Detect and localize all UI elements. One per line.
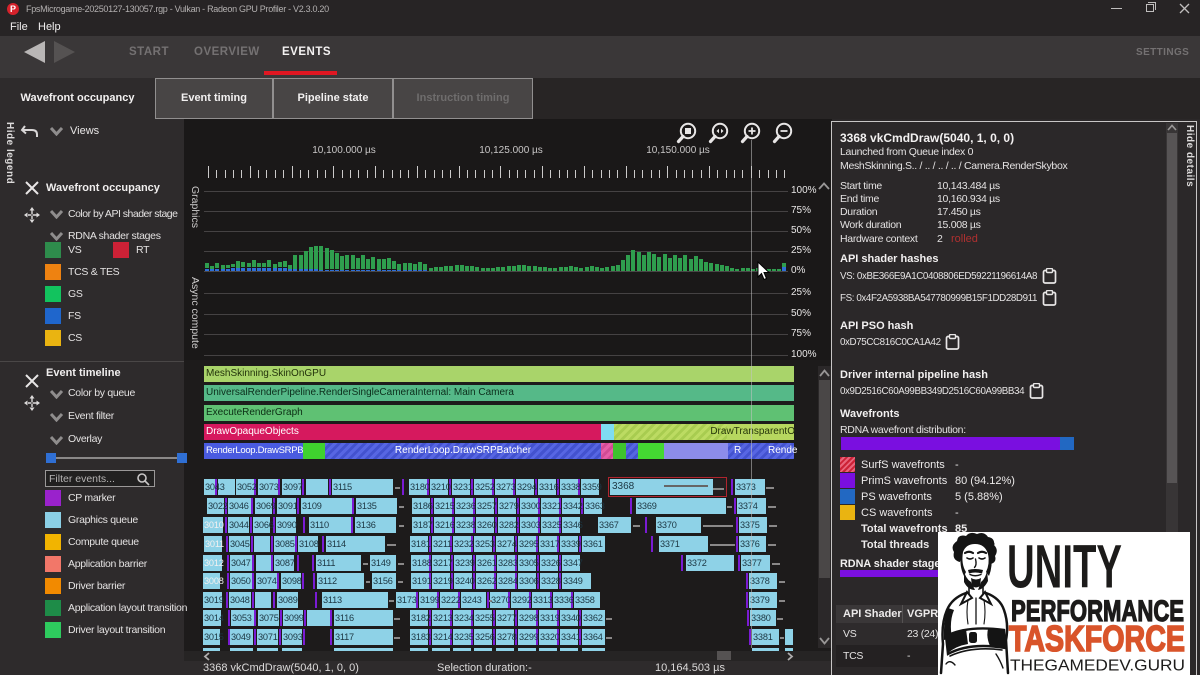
svg-text:TASKFORCE: TASKFORCE [1009,618,1185,659]
svg-text:UNITY: UNITY [1007,533,1122,601]
svg-text:THEGAMEDEV.GURU: THEGAMEDEV.GURU [1010,658,1185,675]
